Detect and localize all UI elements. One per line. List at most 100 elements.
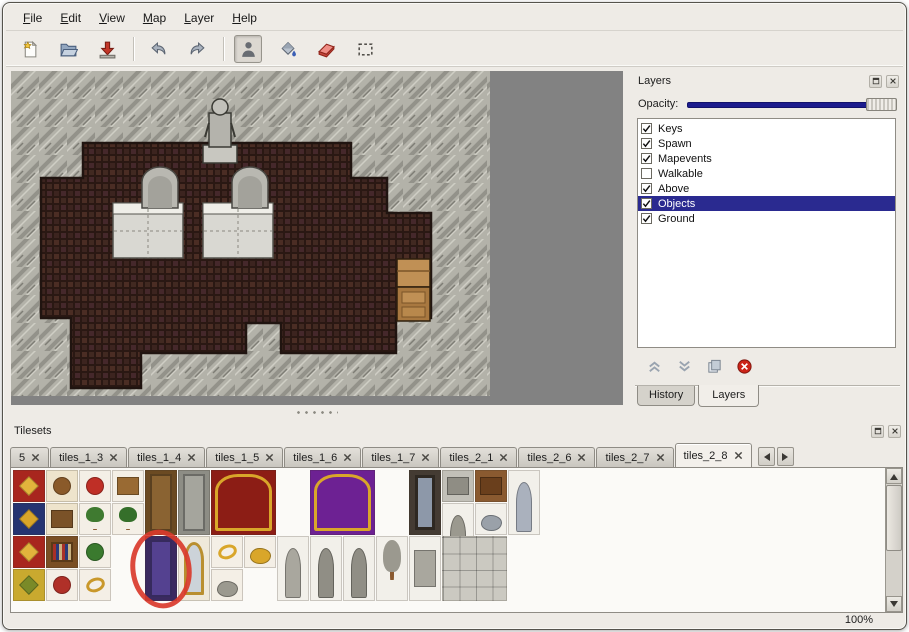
layer-row-keys[interactable]: Keys — [638, 121, 895, 136]
tab-close-icon[interactable] — [656, 453, 665, 462]
tile-praying-statue[interactable] — [277, 536, 309, 601]
tile-red-banner-cross[interactable] — [13, 536, 45, 568]
panel-tab-layers[interactable]: Layers — [698, 385, 759, 407]
tile-gray-rock[interactable] — [211, 569, 243, 601]
tile-purple-throne[interactable] — [310, 470, 375, 535]
tileset-grid[interactable] — [11, 468, 885, 612]
tile-potted-plant[interactable] — [79, 503, 111, 535]
tile-gargoyle-statue-1[interactable] — [310, 536, 342, 601]
tile-red-throne[interactable] — [211, 470, 276, 535]
tile-stone-door[interactable] — [178, 470, 210, 535]
layers-close-button[interactable] — [886, 75, 899, 88]
layer-checkbox[interactable] — [641, 213, 652, 224]
layer-row-objects[interactable]: Objects — [638, 196, 895, 211]
stamp-tool-button[interactable] — [234, 35, 262, 63]
fill-tool-button[interactable] — [273, 35, 301, 63]
tileset-scrollbar[interactable] — [885, 468, 902, 612]
menu-item-map[interactable]: Map — [134, 8, 175, 28]
tab-close-icon[interactable] — [499, 453, 508, 462]
move-layer-up-button[interactable] — [643, 355, 665, 377]
tileset-tab-tiles_2_7[interactable]: tiles_2_7 — [596, 447, 673, 467]
menu-item-file[interactable]: File — [14, 8, 51, 28]
tileset-tab-tiles_1_4[interactable]: tiles_1_4 — [128, 447, 205, 467]
tile-green-bush[interactable] — [79, 536, 111, 568]
tile-blue-banner[interactable] — [13, 503, 45, 535]
tilesets-float-button[interactable] — [871, 425, 884, 438]
eraser-tool-button[interactable] — [312, 35, 340, 63]
tile-wooden-cabinet[interactable] — [475, 470, 507, 502]
save-button[interactable] — [93, 35, 121, 63]
tilesets-close-button[interactable] — [888, 425, 901, 438]
tile-stone-floor-tiles[interactable] — [442, 536, 507, 601]
layer-row-mapevents[interactable]: Mapevents — [638, 151, 895, 166]
tile-gargoyle-statue-2[interactable] — [343, 536, 375, 601]
tile-stone-planter[interactable] — [376, 536, 408, 601]
redo-button[interactable] — [183, 35, 211, 63]
tab-close-icon[interactable] — [31, 453, 40, 462]
open-folder-button[interactable] — [54, 35, 82, 63]
delete-layer-button[interactable] — [733, 355, 755, 377]
tile-armor-pile[interactable] — [475, 503, 507, 535]
tileset-tab-tiles_2_6[interactable]: tiles_2_6 — [518, 447, 595, 467]
menu-item-layer[interactable]: Layer — [175, 8, 223, 28]
tile-gold-pile[interactable] — [244, 536, 276, 568]
map-canvas[interactable] — [11, 71, 490, 396]
tileset-tab-5[interactable]: 5 — [10, 447, 49, 467]
tile-red-pot[interactable] — [79, 470, 111, 502]
tab-close-icon[interactable] — [421, 453, 430, 462]
layer-row-walkable[interactable]: Walkable — [638, 166, 895, 181]
tile-red-bowl[interactable] — [46, 569, 78, 601]
tileset-tab-tiles_1_5[interactable]: tiles_1_5 — [206, 447, 283, 467]
layer-checkbox[interactable] — [641, 138, 652, 149]
tile-framed-painting[interactable] — [409, 470, 441, 535]
tileset-tab-tiles_1_3[interactable]: tiles_1_3 — [50, 447, 127, 467]
menu-item-view[interactable]: View — [90, 8, 134, 28]
tab-close-icon[interactable] — [109, 453, 118, 462]
tile-tall-plant[interactable] — [112, 503, 144, 535]
tab-close-icon[interactable] — [343, 453, 352, 462]
tileset-tab-tiles_1_7[interactable]: tiles_1_7 — [362, 447, 439, 467]
tile-wooden-door[interactable] — [145, 470, 177, 535]
layers-float-button[interactable] — [869, 75, 882, 88]
tab-close-icon[interactable] — [265, 453, 274, 462]
layer-checkbox[interactable] — [641, 168, 652, 179]
tab-scroll-left-button[interactable] — [758, 447, 775, 466]
tile-knight-armor[interactable] — [508, 470, 540, 535]
layer-checkbox[interactable] — [641, 183, 652, 194]
tile-stone-shelf[interactable] — [442, 470, 474, 502]
layer-checkbox[interactable] — [641, 153, 652, 164]
tab-close-icon[interactable] — [577, 453, 586, 462]
tile-gold-banner[interactable] — [13, 569, 45, 601]
menu-item-help[interactable]: Help — [223, 8, 266, 28]
layer-checkbox[interactable] — [641, 123, 652, 134]
horizontal-splitter[interactable] — [11, 408, 623, 417]
tile-red-banner[interactable] — [13, 470, 45, 502]
duplicate-layer-button[interactable] — [703, 355, 725, 377]
layer-row-above[interactable]: Above — [638, 181, 895, 196]
new-file-button[interactable] — [15, 35, 43, 63]
opacity-slider-handle[interactable] — [866, 98, 897, 111]
layer-row-spawn[interactable]: Spawn — [638, 136, 895, 151]
undo-button[interactable] — [144, 35, 172, 63]
tile-gold-mirror[interactable] — [178, 536, 210, 601]
tab-close-icon[interactable] — [734, 451, 743, 460]
tile-gold-chain[interactable] — [211, 536, 243, 568]
scroll-up-button[interactable] — [886, 468, 902, 484]
tileset-tab-tiles_1_6[interactable]: tiles_1_6 — [284, 447, 361, 467]
panel-tab-history[interactable]: History — [637, 386, 695, 406]
menu-item-edit[interactable]: Edit — [51, 8, 90, 28]
layer-checkbox[interactable] — [641, 198, 652, 209]
select-tool-button[interactable] — [351, 35, 379, 63]
move-layer-down-button[interactable] — [673, 355, 695, 377]
tile-spinning-wheel[interactable] — [46, 470, 78, 502]
tile-loom[interactable] — [46, 503, 78, 535]
tile-brass-horn[interactable] — [79, 569, 111, 601]
tile-wooden-stand[interactable] — [112, 470, 144, 502]
tab-scroll-right-button[interactable] — [777, 447, 794, 466]
layer-row-ground[interactable]: Ground — [638, 211, 895, 226]
tile-purple-door[interactable] — [145, 536, 177, 601]
tile-stone-pillar[interactable] — [409, 536, 441, 601]
tab-close-icon[interactable] — [187, 453, 196, 462]
tileset-tab-tiles_2_8[interactable]: tiles_2_8 — [675, 443, 752, 467]
tileset-tab-tiles_2_1[interactable]: tiles_2_1 — [440, 447, 517, 467]
